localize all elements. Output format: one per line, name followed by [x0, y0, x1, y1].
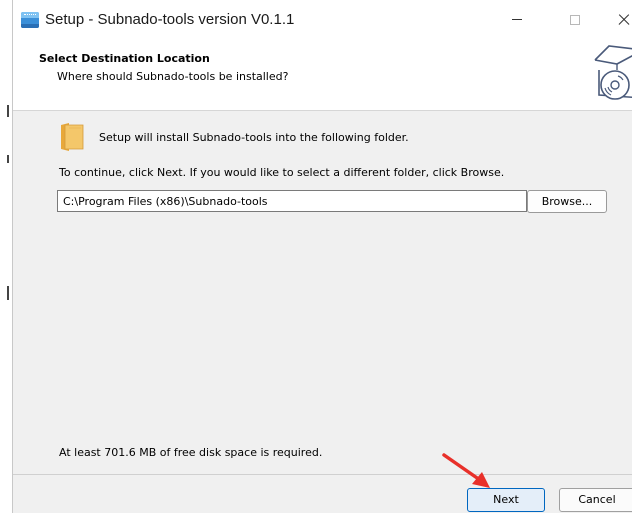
wizard-footer: Next Cancel: [13, 475, 632, 513]
disk-space-requirement: At least 701.6 MB of free disk space is …: [59, 446, 323, 459]
wizard-header: Select Destination Location Where should…: [13, 40, 632, 110]
box-with-disc-icon: [594, 45, 632, 100]
minimize-button[interactable]: [495, 4, 539, 36]
background-mark: [7, 155, 9, 163]
cancel-button[interactable]: Cancel: [559, 488, 632, 512]
folder-icon: [61, 123, 84, 151]
screenshot: Setup - Subnado-tools version V0.1.1 Sel…: [0, 0, 632, 513]
window-title: Setup - Subnado-tools version V0.1.1: [45, 11, 295, 28]
install-path-input[interactable]: [57, 190, 527, 212]
setup-window: Setup - Subnado-tools version V0.1.1 Sel…: [12, 0, 632, 513]
background-mark: [7, 105, 9, 117]
maximize-button[interactable]: [553, 4, 597, 36]
title-bar[interactable]: Setup - Subnado-tools version V0.1.1: [13, 0, 632, 40]
wizard-body: Setup will install Subnado-tools into th…: [13, 111, 632, 474]
install-folder-message: Setup will install Subnado-tools into th…: [99, 131, 409, 144]
page-title: Select Destination Location: [39, 52, 210, 65]
continue-instructions: To continue, click Next. If you would li…: [59, 166, 505, 179]
background-mark: [7, 286, 9, 300]
close-button[interactable]: [603, 4, 632, 36]
next-button[interactable]: Next: [467, 488, 545, 512]
background-window-edge: [0, 0, 12, 513]
browse-button[interactable]: Browse...: [527, 190, 607, 213]
installer-app-icon: [21, 12, 39, 28]
page-subtitle: Where should Subnado-tools be installed?: [57, 70, 289, 83]
